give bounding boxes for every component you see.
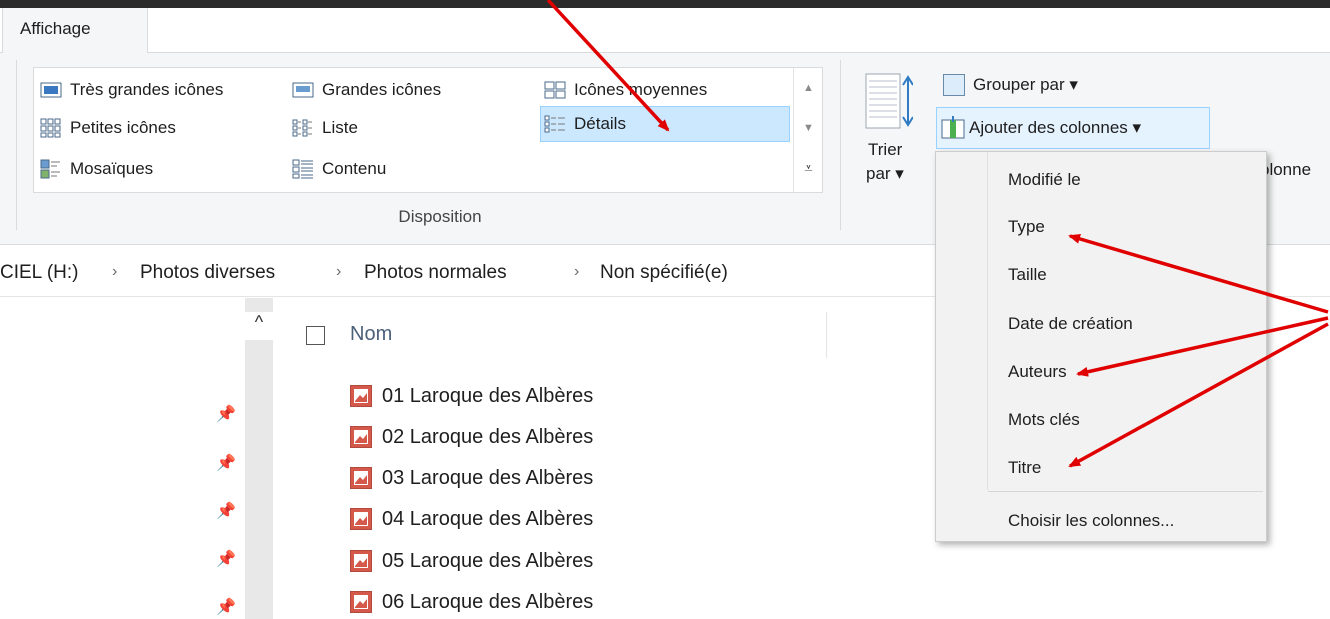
layout-label: Icônes moyennes: [574, 80, 708, 99]
sort-by-label[interactable]: Trier: [868, 140, 902, 160]
gallery-expand-icon[interactable]: ⩡: [794, 148, 823, 188]
sort-by-icon[interactable]: [865, 73, 914, 131]
gallery-scroller: ▲ ▼ ⩡: [793, 68, 823, 192]
file-row[interactable]: 02 Laroque des Albères: [350, 421, 593, 453]
image-file-icon: [350, 591, 372, 613]
extra-large-icons-icon: [40, 80, 62, 100]
breadcrumb-chevron-icon[interactable]: ›: [574, 263, 579, 281]
image-file-icon: [350, 467, 372, 489]
content-view-icon: [292, 159, 314, 179]
menu-item-modifie-le[interactable]: Modifié le: [1008, 170, 1081, 190]
layout-label: Petites icônes: [70, 118, 176, 137]
file-row[interactable]: 05 Laroque des Albères: [350, 545, 593, 577]
add-columns-label: Ajouter des colonnes ▾: [969, 118, 1142, 137]
details-view-icon: [544, 114, 566, 134]
add-columns-icon: [941, 116, 965, 140]
layout-extra-large-icons[interactable]: Très grandes icônes: [40, 75, 223, 105]
layout-label: Contenu: [322, 159, 387, 178]
ribbon-divider: [840, 60, 841, 230]
pin-icon[interactable]: 📌: [216, 453, 236, 473]
gallery-scroll-up-icon[interactable]: ▲: [794, 68, 823, 108]
layout-small-icons[interactable]: Petites icônes: [40, 113, 176, 143]
file-name: 06 Laroque des Albères: [382, 590, 594, 613]
large-icons-icon: [292, 80, 314, 100]
file-name: 03 Laroque des Albères: [382, 466, 594, 489]
pin-icon[interactable]: 📌: [216, 549, 236, 569]
scroll-up-icon[interactable]: ^: [245, 312, 273, 340]
tab-affichage[interactable]: Affichage: [2, 8, 148, 54]
layout-label: Très grandes icônes: [70, 80, 224, 99]
breadcrumb-photos-normales[interactable]: Photos normales: [364, 262, 507, 284]
select-all-checkbox[interactable]: [306, 326, 325, 345]
menu-item-date-de-creation[interactable]: Date de création: [1008, 314, 1133, 334]
breadcrumb-chevron-icon[interactable]: ›: [112, 263, 117, 281]
group-by-icon: [943, 74, 965, 96]
window-top-strip: [0, 0, 1330, 8]
menu-item-auteurs[interactable]: Auteurs: [1008, 362, 1067, 382]
pin-icon[interactable]: 📌: [216, 501, 236, 521]
menu-item-taille[interactable]: Taille: [1008, 265, 1047, 285]
layout-medium-icons[interactable]: Icônes moyennes: [544, 75, 707, 105]
layout-label: Mosaïques: [70, 159, 154, 178]
group-by-button[interactable]: Grouper par ▾: [943, 70, 1078, 100]
image-file-icon: [350, 426, 372, 448]
breadcrumb-current-folder[interactable]: Non spécifié(e): [600, 262, 728, 284]
tiles-view-icon: [40, 159, 62, 179]
menu-gutter: [987, 152, 988, 490]
file-row[interactable]: 06 Laroque des Albères: [350, 586, 593, 618]
file-name: 02 Laroque des Albères: [382, 425, 594, 448]
breadcrumb-drive[interactable]: CIEL (H:): [0, 262, 78, 284]
pin-icon[interactable]: 📌: [216, 404, 236, 424]
layout-tiles[interactable]: Mosaïques: [40, 154, 153, 184]
layout-label: Liste: [322, 118, 358, 137]
menu-item-mots-cles[interactable]: Mots clés: [1008, 410, 1080, 430]
gallery-scroll-down-icon[interactable]: ▼: [794, 108, 823, 148]
layout-label: Grandes icônes: [322, 80, 442, 99]
breadcrumb-photos-diverses[interactable]: Photos diverses: [140, 262, 275, 284]
column-divider[interactable]: [826, 312, 827, 358]
layout-large-icons[interactable]: Grandes icônes: [292, 75, 441, 105]
layout-details[interactable]: Détails: [544, 109, 626, 139]
layout-label: Détails: [574, 114, 626, 133]
medium-icons-icon: [544, 80, 566, 100]
group-label-disposition: Disposition: [398, 207, 482, 226]
small-icons-icon: [40, 118, 62, 138]
ribbon-divider: [16, 60, 17, 230]
file-name: 05 Laroque des Albères: [382, 549, 594, 572]
group-by-label: Grouper par ▾: [973, 75, 1078, 94]
menu-separator: [988, 491, 1263, 492]
add-columns-button[interactable]: Ajouter des colonnes ▾: [936, 107, 1210, 149]
layout-list[interactable]: Liste: [292, 113, 358, 143]
file-row[interactable]: 01 Laroque des Albères: [350, 380, 593, 412]
list-view-icon: [292, 118, 314, 138]
file-row[interactable]: 04 Laroque des Albères: [350, 503, 593, 535]
pin-icon[interactable]: 📌: [216, 597, 236, 617]
menu-item-type[interactable]: Type: [1008, 217, 1045, 237]
column-header-name[interactable]: Nom: [350, 323, 392, 346]
menu-item-titre[interactable]: Titre: [1008, 458, 1041, 478]
file-name: 04 Laroque des Albères: [382, 507, 594, 530]
image-file-icon: [350, 550, 372, 572]
nav-pane-scrollbar[interactable]: [245, 298, 273, 619]
ribbon-tab-row: [0, 8, 1330, 53]
breadcrumb-chevron-icon[interactable]: ›: [336, 263, 341, 281]
add-columns-menu: [935, 151, 1267, 542]
image-file-icon: [350, 385, 372, 407]
menu-item-choose-columns[interactable]: Choisir les colonnes...: [1008, 511, 1174, 531]
layout-content[interactable]: Contenu: [292, 154, 386, 184]
file-name: 01 Laroque des Albères: [382, 384, 594, 407]
truncated-group-label: olonne: [1260, 160, 1312, 179]
image-file-icon: [350, 508, 372, 530]
file-row[interactable]: 03 Laroque des Albères: [350, 462, 593, 494]
sort-by-dropdown[interactable]: par ▾: [866, 164, 904, 184]
